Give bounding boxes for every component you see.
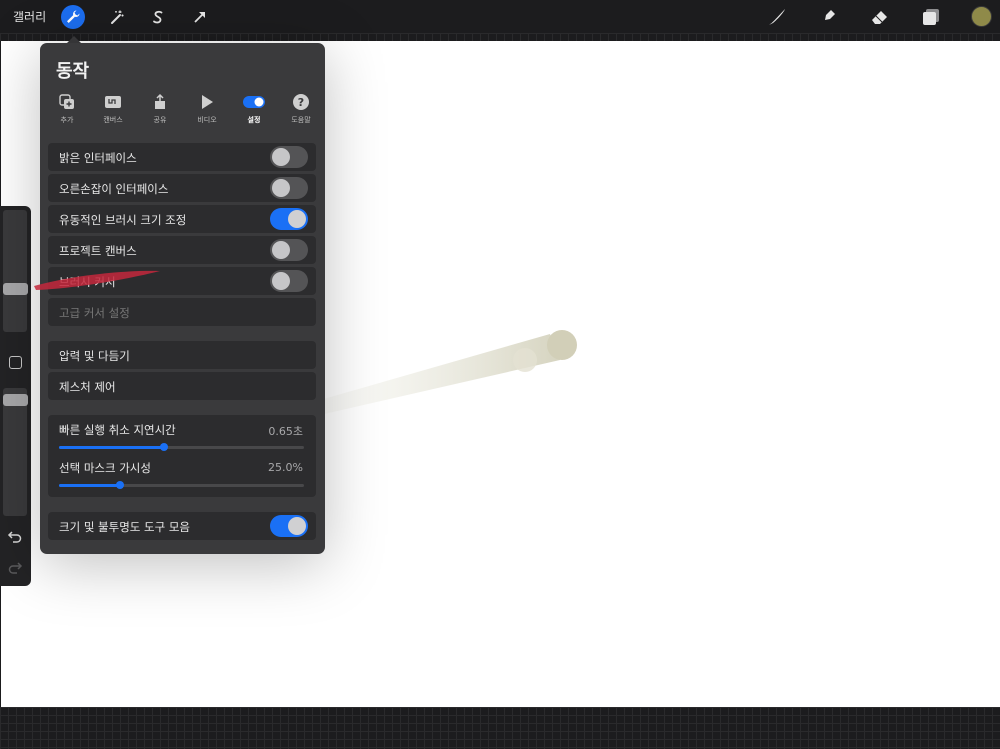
- brush-size-handle[interactable]: [3, 283, 28, 295]
- advanced-cursor-settings: 고급 커서 설정: [48, 298, 316, 326]
- toggle-label: 오른손잡이 인터페이스: [59, 182, 169, 196]
- tab-settings-label: 설정: [247, 116, 261, 124]
- settings-toggle-icon: [243, 96, 265, 108]
- svg-text:?: ?: [298, 96, 304, 109]
- canvas-icon: [105, 96, 121, 108]
- mask-visibility-value: 25.0%: [268, 461, 303, 474]
- layers-icon[interactable]: [920, 6, 942, 28]
- gesture-controls-row[interactable]: 제스처 제어: [48, 372, 316, 400]
- undo-icon[interactable]: [7, 528, 23, 544]
- tab-video[interactable]: 비디오: [184, 93, 230, 125]
- toggle-row-dynamic-brush[interactable]: 유동적인 브러시 크기 조정: [48, 205, 316, 233]
- help-icon: ?: [293, 94, 309, 110]
- transform-arrow-icon[interactable]: [188, 5, 212, 29]
- right-hand-toggle[interactable]: [270, 177, 308, 199]
- add-icon: [59, 94, 74, 109]
- side-toolbar: [0, 206, 31, 586]
- project-canvas-toggle[interactable]: [270, 239, 308, 261]
- opacity-slider[interactable]: [3, 388, 27, 516]
- advanced-cursor-label: 고급 커서 설정: [59, 306, 130, 320]
- tab-settings[interactable]: 설정: [231, 93, 277, 125]
- gesture-label: 제스처 제어: [59, 380, 116, 394]
- pressure-smoothing-row[interactable]: 압력 및 다듬기: [48, 341, 316, 369]
- toggle-row-light-interface[interactable]: 밝은 인터페이스: [48, 143, 316, 171]
- eraser-icon[interactable]: [869, 6, 891, 28]
- toggle-row-project-canvas[interactable]: 프로젝트 캔버스: [48, 236, 316, 264]
- size-opacity-toolbar-row[interactable]: 크기 및 불투명도 도구 모음: [48, 512, 316, 540]
- tab-video-label: 비디오: [197, 116, 217, 124]
- gallery-button[interactable]: 갤러리: [13, 8, 46, 25]
- undo-delay-slider[interactable]: [59, 443, 304, 451]
- eyedropper-button[interactable]: [9, 356, 22, 369]
- magic-wand-icon[interactable]: [105, 5, 129, 29]
- pressure-label: 압력 및 다듬기: [59, 349, 130, 363]
- tab-canvas[interactable]: 캔버스: [90, 93, 136, 125]
- toggle-label: 크기 및 불투명도 도구 모음: [59, 520, 191, 534]
- video-play-icon: [202, 95, 213, 109]
- panel-title: 동작: [56, 61, 90, 82]
- slider-group: 빠른 실행 취소 지연시간 0.65초 선택 마스크 가시성 25.0%: [48, 415, 316, 497]
- size-opacity-toggle[interactable]: [270, 515, 308, 537]
- brush-cursor-toggle[interactable]: [270, 270, 308, 292]
- mask-visibility-slider[interactable]: [59, 481, 304, 489]
- undo-delay-label: 빠른 실행 취소 지연시간: [59, 423, 176, 437]
- top-toolbar: 갤러리: [0, 0, 1000, 33]
- mask-visibility-label: 선택 마스크 가시성: [59, 461, 151, 475]
- smudge-icon[interactable]: [817, 6, 839, 28]
- tab-share-label: 공유: [153, 116, 167, 124]
- grid-background-top: [0, 33, 1000, 41]
- mask-visibility-handle[interactable]: [116, 481, 125, 489]
- tab-share[interactable]: 공유: [137, 93, 183, 125]
- brush-icon[interactable]: [766, 6, 788, 28]
- brush-cursor-stroke: [34, 270, 160, 290]
- wrench-icon[interactable]: [61, 5, 85, 29]
- tab-help[interactable]: ? 도움말: [278, 93, 324, 125]
- brush-size-slider[interactable]: [3, 210, 27, 332]
- toggle-label: 프로젝트 캔버스: [59, 244, 137, 258]
- tab-help-label: 도움말: [291, 116, 311, 124]
- toggle-row-right-hand[interactable]: 오른손잡이 인터페이스: [48, 174, 316, 202]
- undo-delay-value: 0.65초: [268, 425, 303, 438]
- tab-add[interactable]: 추가: [44, 93, 90, 125]
- toggle-label: 유동적인 브러시 크기 조정: [59, 213, 187, 227]
- selection-icon[interactable]: [146, 5, 170, 29]
- grid-background-bottom: [0, 707, 1000, 749]
- redo-icon[interactable]: [7, 559, 23, 575]
- toggle-label: 밝은 인터페이스: [59, 151, 137, 165]
- dynamic-brush-toggle[interactable]: [270, 208, 308, 230]
- paint-stroke: [320, 330, 577, 415]
- share-icon: [155, 93, 165, 109]
- tab-add-label: 추가: [60, 116, 74, 124]
- undo-delay-handle[interactable]: [160, 443, 169, 451]
- color-picker[interactable]: [971, 6, 992, 27]
- light-interface-toggle[interactable]: [270, 146, 308, 168]
- opacity-handle[interactable]: [3, 394, 28, 406]
- tab-canvas-label: 캔버스: [103, 116, 123, 124]
- actions-panel: 동작 추가 캔버스 공유 비디오 설정 ? 도움말 밝은 인터페이스 오른손잡이…: [40, 43, 325, 554]
